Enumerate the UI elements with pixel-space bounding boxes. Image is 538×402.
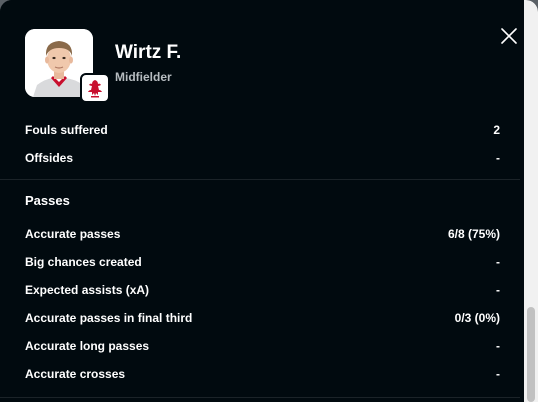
stat-label: Expected assists (xA) bbox=[25, 283, 150, 297]
stat-value: - bbox=[496, 339, 500, 353]
stat-row-accurate-passes: Accurate passes 6/8 (75%) bbox=[25, 224, 500, 244]
stat-row-fouls-suffered: Fouls suffered 2 bbox=[25, 120, 500, 140]
stat-label: Fouls suffered bbox=[25, 123, 108, 137]
player-name: Wirtz F. bbox=[115, 42, 182, 63]
stat-label: Accurate passes in final third bbox=[25, 311, 193, 325]
stat-row-accurate-crosses: Accurate crosses - bbox=[25, 364, 500, 384]
stat-value: 2 bbox=[493, 123, 500, 137]
section-divider bbox=[0, 179, 520, 180]
stat-row-expected-assists: Expected assists (xA) - bbox=[25, 280, 500, 300]
section-divider bbox=[0, 397, 520, 398]
close-button[interactable] bbox=[498, 25, 520, 47]
stat-row-accurate-long-passes: Accurate long passes - bbox=[25, 336, 500, 356]
stat-label: Accurate long passes bbox=[25, 339, 150, 353]
liverpool-crest-icon bbox=[88, 80, 102, 98]
stats-content[interactable]: Fouls suffered 2 Offsides - Passes Accur… bbox=[0, 110, 520, 402]
stat-value: 6/8 (75%) bbox=[447, 227, 500, 241]
stat-label: Big chances created bbox=[25, 255, 142, 269]
stat-value: - bbox=[496, 151, 500, 165]
stat-label: Accurate passes bbox=[25, 227, 121, 241]
stat-row-offsides: Offsides - bbox=[25, 148, 500, 168]
stat-value: - bbox=[496, 283, 500, 297]
stat-value: - bbox=[496, 367, 500, 381]
scrollbar-thumb[interactable] bbox=[527, 307, 535, 402]
player-position: Midfielder bbox=[115, 70, 172, 84]
stat-label: Accurate crosses bbox=[25, 367, 126, 381]
club-badge bbox=[80, 73, 110, 103]
stat-label: Offsides bbox=[25, 151, 74, 165]
section-title-passes: Passes bbox=[25, 193, 70, 208]
close-icon bbox=[501, 28, 517, 44]
player-header: Wirtz F. Midfielder bbox=[0, 0, 538, 110]
player-stats-modal: Wirtz F. Midfielder Fouls suffered 2 Off… bbox=[0, 0, 538, 402]
stat-row-big-chances-created: Big chances created - bbox=[25, 252, 500, 272]
stat-value: - bbox=[496, 255, 500, 269]
stat-value: 0/3 (0%) bbox=[454, 311, 500, 325]
stat-row-accurate-passes-final-third: Accurate passes in final third 0/3 (0%) bbox=[25, 308, 500, 328]
